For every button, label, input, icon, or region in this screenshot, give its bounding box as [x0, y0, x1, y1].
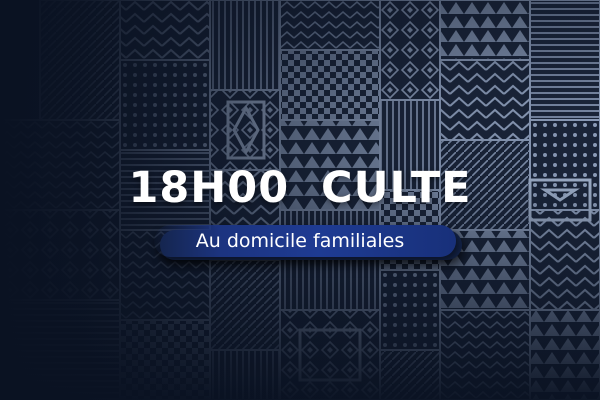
event-location-subtitle: Au domicile familiales	[195, 230, 405, 252]
event-banner: 18H00 CULTE Au domicile familiales	[0, 0, 600, 400]
event-time-title: 18H00 CULTE	[128, 163, 472, 213]
